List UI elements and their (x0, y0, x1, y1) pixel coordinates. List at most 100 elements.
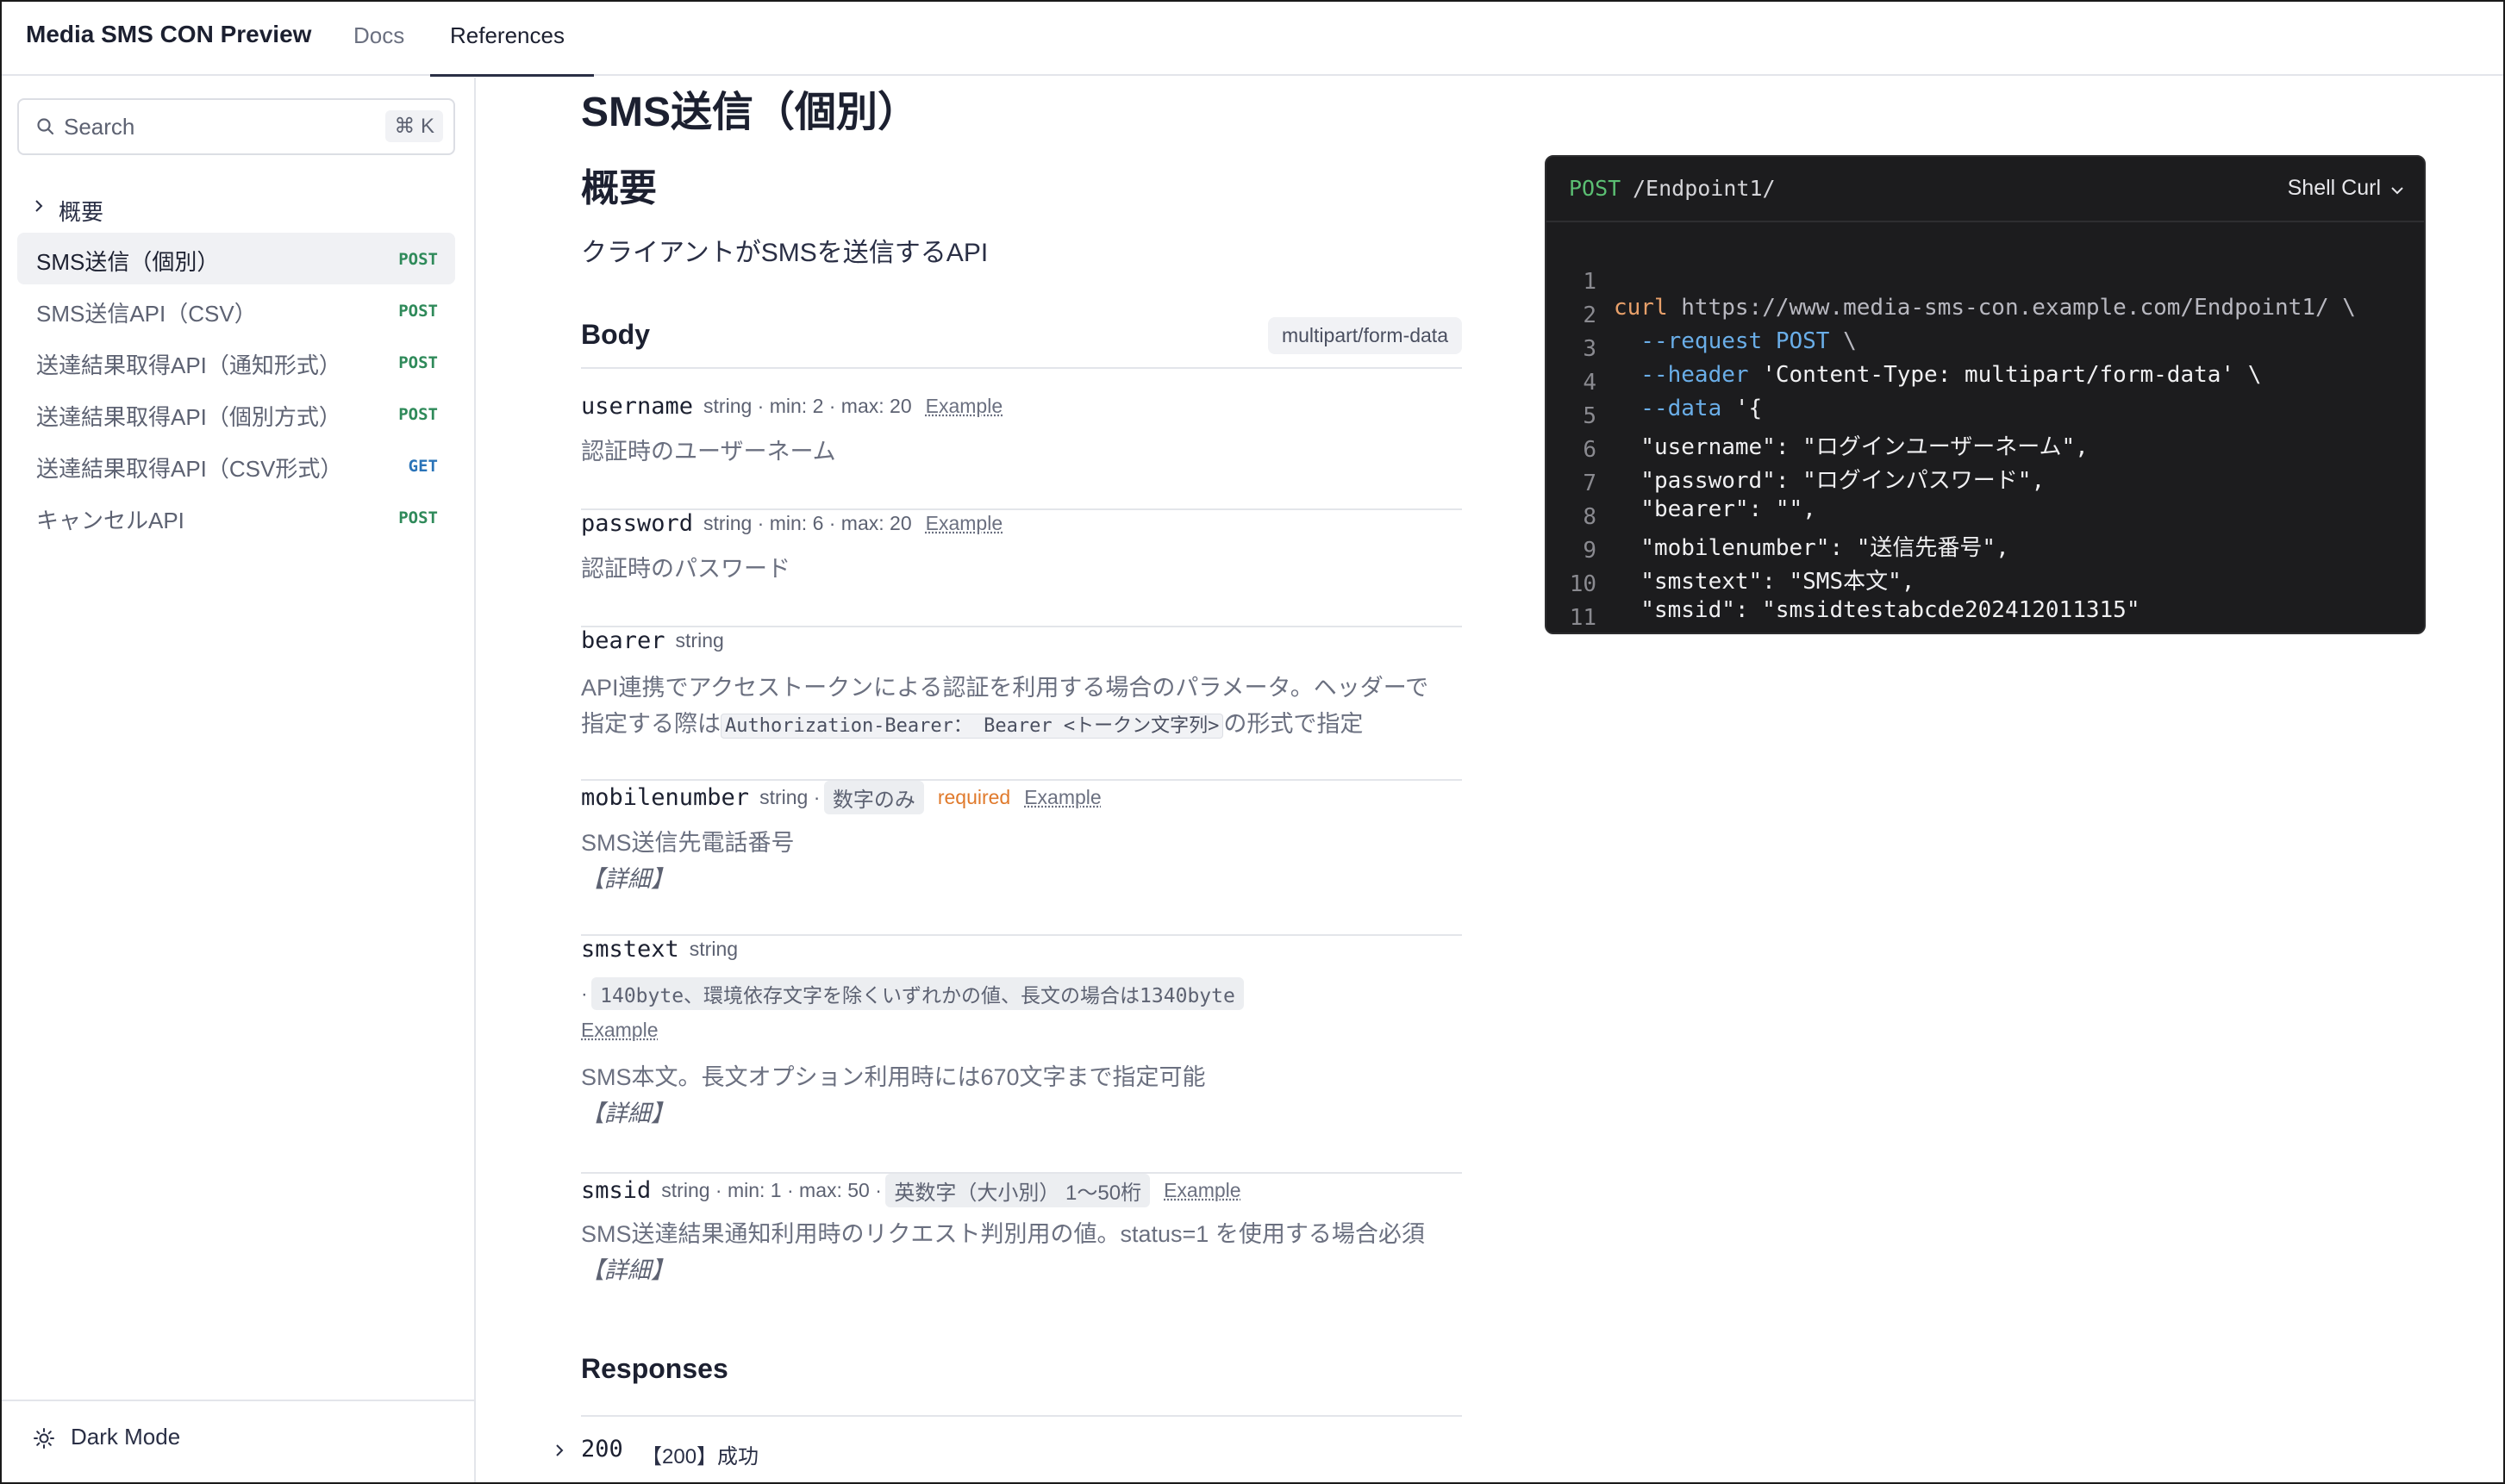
param-meta: string · (759, 786, 821, 808)
param-description: 認証時のユーザーネーム (581, 439, 836, 465)
sidebar-item-cancel[interactable]: キャンセルAPI POST (17, 491, 455, 543)
param-description-line2: 指定する際は Authorization-Bearer： Bearer <トークン… (581, 705, 1363, 739)
sidebar-group-overview[interactable]: 概要 (17, 186, 455, 229)
code-line: 1 curl https://www.media-sms-con.example… (1546, 243, 2356, 321)
responses-heading: Responses (581, 1353, 728, 1384)
desc-text: の形式で指定 (1223, 711, 1364, 737)
param-meta: string · min: 2 · max: 20 (703, 395, 912, 417)
param-name: smstext (581, 936, 679, 963)
detail-link[interactable]: 【詳細】 (581, 1094, 674, 1128)
param-password: password string · min: 6 · max: 20 Example… (581, 510, 1462, 627)
sidebar-item-label: 送達結果取得API（個別方式） (36, 404, 341, 430)
body-heading: Body (581, 319, 650, 350)
overview-description: クライアントがSMSを送信するAPI (581, 239, 989, 267)
param-name: bearer (581, 627, 665, 654)
code-token: "smsid": "smsidtestabcde202412011315" (1614, 597, 2140, 623)
content-type-badge[interactable]: multipart/form-data (1267, 317, 1462, 354)
top-navbar: Media SMS CON Preview Docs References (2, 2, 2503, 77)
sidebar-item-label: 送達結果取得API（通知形式） (36, 352, 341, 378)
tab-docs[interactable]: Docs (353, 22, 404, 49)
param-name: mobilenumber (581, 784, 750, 811)
method-badge: GET (408, 457, 438, 476)
example-link[interactable]: Example (1024, 786, 1101, 808)
example-link[interactable]: Example (926, 395, 1003, 417)
search-input[interactable]: Search ⌘ K (17, 98, 455, 155)
code-token: "smstext": "SMS本文", (1614, 569, 1915, 595)
param-meta: string · min: 6 · max: 20 (703, 512, 912, 534)
method-badge: POST (398, 353, 438, 372)
code-line: 8 "mobilenumber": "送信先番号", (1546, 478, 2008, 561)
param-description: SMS本文。長文オプション利用時には670文字まで指定可能 (581, 1064, 1206, 1090)
code-token: \ (1829, 328, 1857, 354)
param-smstext: smstext string · 140byte、環境依存文字を除くいずれかの値、… (581, 936, 1462, 1174)
sidebar-group-label: 概要 (59, 199, 104, 225)
code-line: 7 "bearer": "", (1546, 445, 1815, 522)
detail-link[interactable]: 【詳細】 (581, 860, 674, 894)
code-line: 11 }' (1546, 579, 1654, 633)
sidebar-item-result-notify[interactable]: 送達結果取得API（通知形式） POST (17, 336, 455, 388)
sidebar-item-label: SMS送信（個別） (36, 249, 220, 275)
response-code: 200 (581, 1436, 623, 1462)
example-link[interactable]: Example (926, 512, 1003, 534)
active-tab-indicator (430, 74, 594, 77)
param-name: username (581, 393, 694, 420)
code-line: 5 "username": "ログインユーザーネーム", (1546, 377, 2088, 460)
responses-divider (581, 1415, 1462, 1417)
sidebar: Search ⌘ K 概要 SMS送信（個別） POST SMS送信API（CS… (2, 78, 476, 1482)
code-token: '{ (1721, 396, 1763, 421)
code-token: https://www.media-sms-con.example.com/En… (1667, 295, 2356, 321)
main-content: SMS送信（個別） 概要 クライアントがSMSを送信するAPI Body mul… (478, 78, 2503, 1482)
method-badge: POST (398, 302, 438, 321)
search-placeholder: Search (64, 114, 135, 140)
pattern-badge: 数字のみ (823, 781, 924, 814)
sidebar-item-sms-csv[interactable]: SMS送信API（CSV） POST (17, 284, 455, 336)
param-name: password (581, 510, 694, 537)
sidebar-divider (2, 1400, 474, 1401)
required-label: required (937, 786, 1011, 808)
method-badge: POST (398, 405, 438, 424)
chevron-right-icon (556, 1444, 564, 1456)
inline-code: Authorization-Bearer： Bearer <トークン文字列> (721, 714, 1224, 739)
code-sample-panel: POST /Endpoint1/ Shell Curl 1 curl https… (1545, 155, 2426, 634)
code-line: 4 --data '{ (1546, 344, 1762, 421)
sidebar-item-sms-single[interactable]: SMS送信（個別） POST (17, 233, 455, 284)
sidebar-item-label: 送達結果取得API（CSV形式） (36, 456, 343, 482)
tab-references[interactable]: References (450, 22, 565, 49)
example-link[interactable]: Example (1164, 1179, 1240, 1201)
param-mobilenumber: mobilenumber string · 数字のみ required Example… (581, 781, 1462, 936)
param-meta: string · min: 1 · max: 50 · (661, 1179, 882, 1201)
sidebar-item-label: SMS送信API（CSV） (36, 301, 257, 327)
code-token: 'Content-Type: multipart/form-data' \ (1748, 362, 2262, 388)
sidebar-item-label: キャンセルAPI (36, 508, 184, 533)
param-name: smsid (581, 1177, 652, 1204)
code-line: 6 "password": "ログインパスワード", (1546, 411, 2045, 494)
code-token: "password": "ログインパスワード", (1614, 468, 2046, 494)
code-endpoint-path: /Endpoint1/ (1633, 176, 1776, 201)
pattern-badge: 英数字（大小別） 1〜50桁 (885, 1174, 1151, 1207)
sidebar-item-result-csv[interactable]: 送達結果取得API（CSV形式） GET (17, 440, 455, 491)
chevron-down-icon[interactable] (2389, 183, 2405, 198)
param-bearer: bearer string API連携でアクセストークンによる認証を利用する場合の… (581, 627, 1462, 781)
language-select[interactable]: Shell Curl (2288, 176, 2381, 201)
code-method: POST (1569, 176, 1621, 201)
method-badge: POST (398, 508, 438, 527)
overview-heading: 概要 (581, 167, 657, 209)
example-link[interactable]: Example (581, 1019, 658, 1041)
sidebar-item-result-single[interactable]: 送達結果取得API（個別方式） POST (17, 388, 455, 440)
response-description: 【200】成功 (641, 1445, 759, 1468)
code-sample-header: POST /Endpoint1/ Shell Curl (1546, 157, 2424, 222)
search-shortcut: ⌘ K (385, 110, 443, 142)
code-token: "username": "ログインユーザーネーム", (1614, 434, 2089, 460)
param-meta: string (689, 938, 739, 960)
search-icon (37, 118, 54, 135)
code-token: }' (1614, 631, 1640, 633)
pattern-badge: 140byte、環境依存文字を除くいずれかの値、長文の場合は1340byte (591, 977, 1244, 1010)
pattern-prefix: · (581, 982, 588, 1005)
detail-link[interactable]: 【詳細】 (581, 1251, 674, 1285)
param-smsid: smsid string · min: 1 · max: 50 · 英数字（大小別… (581, 1174, 1462, 1312)
line-number: 11 (1569, 605, 1596, 631)
param-meta: string (675, 629, 724, 652)
code-line: 2 --request POST \ (1546, 277, 1856, 354)
brand-title[interactable]: Media SMS CON Preview (26, 21, 311, 48)
param-username: username string · min: 2 · max: 20 Example… (581, 393, 1462, 510)
